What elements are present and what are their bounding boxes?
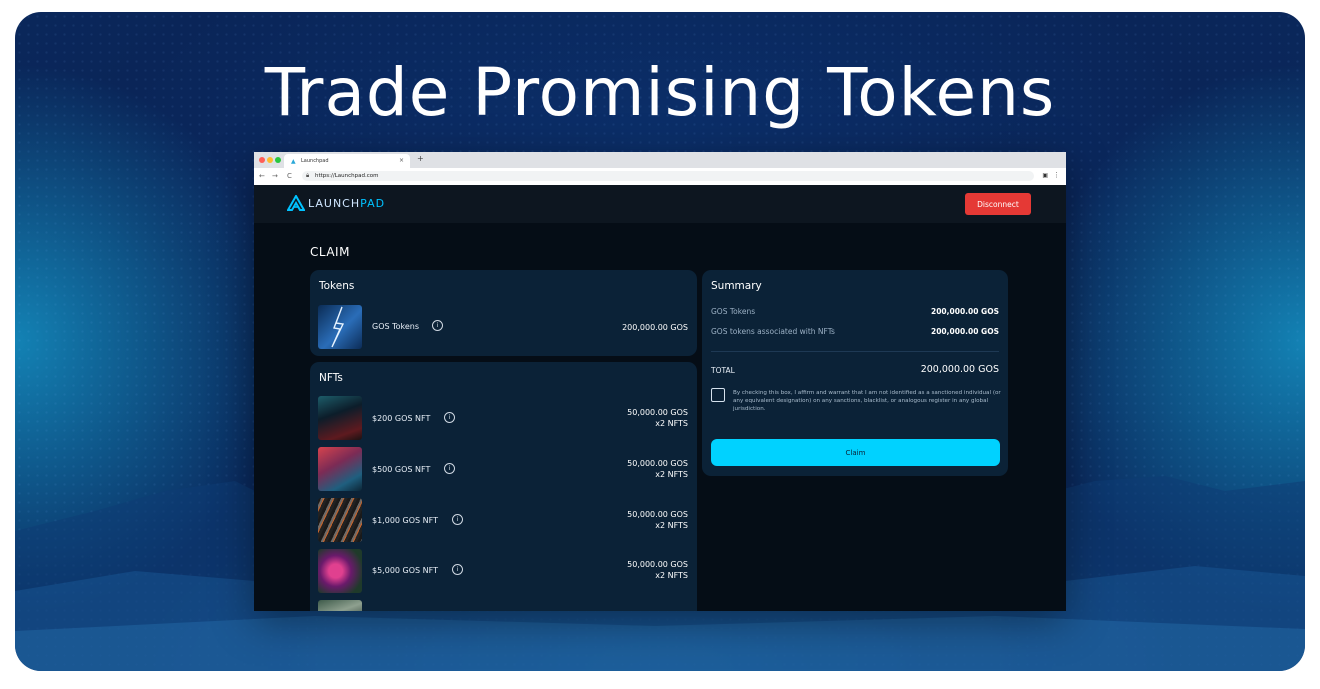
brand-text-launch: LAUNCH	[308, 197, 361, 210]
info-icon[interactable]: i	[444, 412, 455, 423]
brand-text-pad: PAD	[360, 197, 386, 210]
nft-value: 50,000.00 GOS x2 NFTS	[627, 509, 688, 531]
tab-label: Launchpad	[301, 158, 329, 164]
info-icon[interactable]: i	[452, 514, 463, 525]
summary-divider	[711, 351, 999, 352]
token-label: GOS Tokens	[372, 322, 420, 331]
launchpad-logo-icon[interactable]	[287, 195, 305, 211]
nft-label: $5,000 GOS NFT	[372, 566, 438, 575]
nft-gos-value: 50,000.00 GOS	[627, 459, 688, 468]
nft-label: $1,000 GOS NFT	[372, 516, 438, 525]
tokens-card-title: Tokens	[319, 280, 355, 292]
gos-token-image	[318, 305, 362, 349]
close-window-dot[interactable]	[259, 157, 265, 163]
nft-thumbnail	[318, 549, 362, 593]
minimize-window-dot[interactable]	[267, 157, 273, 163]
nft-thumbnail	[318, 600, 362, 611]
lightning-icon	[331, 306, 345, 348]
back-icon[interactable]: ←	[259, 172, 265, 180]
nft-count: x2 NFTS	[655, 470, 688, 479]
total-value: 200,000.00 GOS	[920, 364, 999, 375]
nft-label: $500 GOS NFT	[372, 465, 431, 474]
nfts-card: NFTs $200 GOS NFT i 50,000.00 GOS x2 NFTS…	[310, 362, 697, 611]
disconnect-button[interactable]: Disconnect	[965, 193, 1031, 215]
info-icon[interactable]: i	[432, 320, 443, 331]
launchpad-app: LAUNCHPAD Disconnect CLAIM Tokens GOS To…	[254, 185, 1066, 611]
maximize-window-dot[interactable]	[275, 157, 281, 163]
nft-count: x2 NFTS	[655, 571, 688, 580]
sanctions-legal-text: By checking this box, I affirm and warra…	[733, 390, 1001, 412]
nft-label: $200 GOS NFT	[372, 414, 431, 423]
address-bar[interactable]: 🔒︎ https://Launchpad.com	[302, 171, 1034, 181]
nft-gos-value: 50,000.00 GOS	[627, 408, 688, 417]
forward-icon[interactable]: →	[272, 172, 278, 180]
lock-icon: 🔒︎	[306, 172, 310, 179]
reload-icon[interactable]: C	[287, 172, 292, 180]
info-icon[interactable]: i	[452, 564, 463, 575]
launchpad-favicon-icon: ▲	[291, 158, 296, 165]
nft-gos-value: 50,000.00 GOS	[627, 510, 688, 519]
browser-menu-icon[interactable]: ⋮	[1053, 171, 1060, 179]
extension-icon[interactable]: ▣	[1042, 172, 1048, 179]
browser-toolbar: ← → C 🔒︎ https://Launchpad.com ▣ ⋮	[254, 168, 1066, 186]
summary-row-value: 200,000.00 GOS	[931, 307, 999, 316]
summary-card: Summary GOS Tokens 200,000.00 GOS GOS to…	[702, 270, 1008, 476]
nft-value: 50,000.00 GOS x2 NFTS	[627, 407, 688, 429]
tab-close-icon[interactable]: ×	[399, 157, 404, 164]
nft-count: x2 NFTS	[655, 419, 688, 428]
summary-row-label: GOS tokens associated with NFTs	[711, 327, 835, 336]
nft-value: 50,000.00 GOS x2 NFTS	[627, 559, 688, 581]
token-value: 200,000.00 GOS	[622, 323, 688, 332]
nft-thumbnail	[318, 396, 362, 440]
nft-value: 50,000.00 GOS x2 NFTS	[627, 458, 688, 480]
tokens-card: Tokens GOS Tokens i 200,000.00 GOS	[310, 270, 697, 356]
summary-row-label: GOS Tokens	[711, 307, 756, 316]
url-text: https://Launchpad.com	[315, 172, 379, 179]
sanctions-checkbox[interactable]	[711, 388, 725, 402]
new-tab-button[interactable]: +	[417, 154, 424, 163]
brand-logo-text[interactable]: LAUNCHPAD	[308, 197, 385, 210]
nft-thumbnail	[318, 498, 362, 542]
hero-title: Trade Promising Tokens	[264, 54, 1056, 131]
page-title: CLAIM	[310, 245, 350, 259]
claim-button[interactable]: Claim	[711, 439, 1000, 466]
summary-row-value: 200,000.00 GOS	[931, 327, 999, 336]
nft-count: x2 NFTS	[655, 521, 688, 530]
summary-title: Summary	[711, 280, 762, 292]
browser-window: ▲ Launchpad × + ← → C 🔒︎ https://Launchp…	[254, 152, 1066, 611]
browser-tab-strip: ▲ Launchpad × +	[254, 152, 1066, 168]
total-label: TOTAL	[711, 366, 735, 375]
browser-tab[interactable]: ▲ Launchpad ×	[284, 154, 410, 168]
info-icon[interactable]: i	[444, 463, 455, 474]
nfts-card-title: NFTs	[319, 372, 343, 384]
nft-thumbnail	[318, 447, 362, 491]
nft-gos-value: 50,000.00 GOS	[627, 560, 688, 569]
app-header: LAUNCHPAD Disconnect	[254, 185, 1066, 223]
